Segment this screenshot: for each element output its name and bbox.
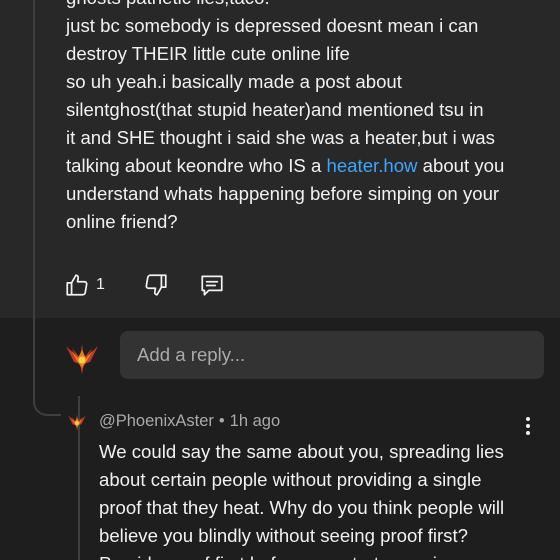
thumbs-down-icon <box>145 274 167 296</box>
comment-line: ghosts pathetic lies,taco. <box>66 0 536 12</box>
meta-separator: • <box>218 412 225 430</box>
comment-line: destroy THEIR little cute online life <box>66 43 350 64</box>
reply-line: believe you blindly without seeing proof… <box>99 525 468 546</box>
comment-line: talking about keondre who IS a <box>66 155 327 176</box>
comment-line: silentghost(that stupid heater)and menti… <box>66 99 484 120</box>
comment-link[interactable]: heater.how <box>327 155 418 176</box>
dislike-button[interactable] <box>143 270 169 300</box>
comment-line: just bc somebody is depressed doesnt mea… <box>66 15 479 36</box>
comment-reply-icon <box>201 275 223 296</box>
reply-line: Provide proof first before you start acc… <box>99 550 539 560</box>
comment-line: understand whats happening before simpin… <box>66 183 500 204</box>
reply-time[interactable]: 1h ago <box>230 412 280 430</box>
thread-connector <box>33 388 61 416</box>
phoenix-avatar[interactable] <box>62 338 102 378</box>
phoenix-avatar[interactable] <box>66 411 88 433</box>
reply-button[interactable] <box>199 270 225 300</box>
thread-line <box>33 0 35 318</box>
more-options-icon[interactable] <box>518 414 538 438</box>
comments-screen: ghosts pathetic lies,taco. just bc someb… <box>0 0 560 560</box>
comment-line: it and SHE thought i said she was a heat… <box>66 127 495 148</box>
comment-line: so uh yeah.i basically made a post about <box>66 71 402 92</box>
reply-meta: @PhoenixAster • 1h ago <box>99 411 280 431</box>
reply-text: We could say the same about you, spreadi… <box>99 438 539 560</box>
comment-line-with-link: talking about keondre who IS a heater.ho… <box>66 152 536 180</box>
comment-line: online friend? <box>66 211 178 232</box>
comment-actions: 1 <box>64 270 225 300</box>
comment-text: ghosts pathetic lies,taco. just bc someb… <box>66 0 536 236</box>
add-reply-input[interactable]: Add a reply... <box>120 331 544 379</box>
replies-section: Add a reply... @PhoenixAster • 1h ago We c… <box>0 318 560 560</box>
like-button[interactable]: 1 <box>64 270 105 300</box>
thumbs-up-icon <box>66 274 88 296</box>
comment-panel: ghosts pathetic lies,taco. just bc someb… <box>0 0 560 318</box>
like-count: 1 <box>96 276 105 293</box>
comment-line-tail: about you <box>417 155 505 176</box>
reply-line: proof that they heat. Why do you think p… <box>99 497 505 518</box>
reply-author[interactable]: @PhoenixAster <box>99 412 214 430</box>
reply-line: about certain people without providing a… <box>99 469 482 490</box>
reply-line: We could say the same about you, spreadi… <box>99 441 504 462</box>
